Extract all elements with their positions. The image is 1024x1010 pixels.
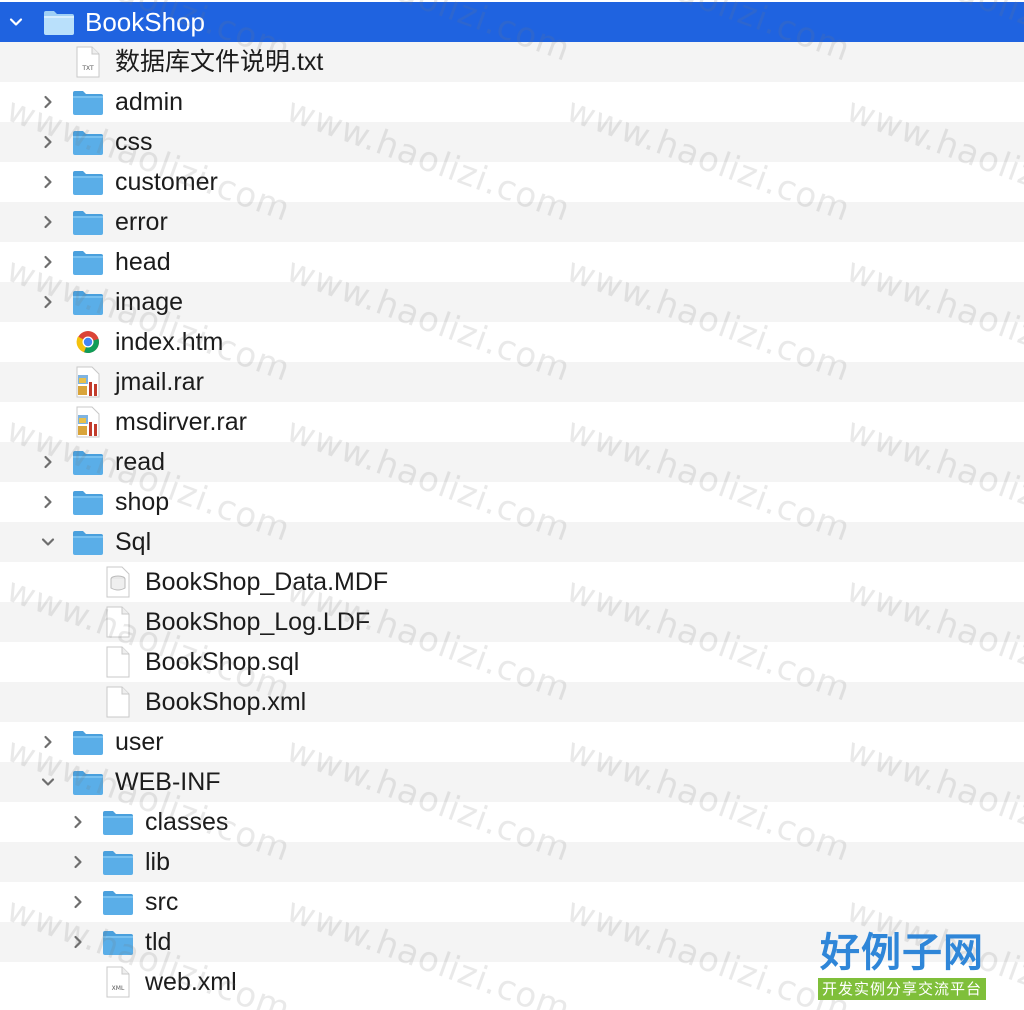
folder-icon <box>71 245 105 279</box>
chevron-right-icon[interactable] <box>38 242 58 282</box>
document-icon <box>101 685 135 719</box>
chevron-down-icon[interactable] <box>38 522 58 562</box>
tree-row-label: css <box>115 128 153 156</box>
chrome-icon <box>71 325 105 359</box>
chevron-right-icon[interactable] <box>38 202 58 242</box>
tree-row-label: BookShop <box>85 7 205 37</box>
archive-icon <box>71 365 105 399</box>
tree-row-bookshop-log-ldf[interactable]: BookShop_Log.LDF <box>0 602 1024 642</box>
tree-row-label: web.xml <box>145 968 237 996</box>
folder-icon <box>42 5 76 39</box>
tree-row-bookshop-xml[interactable]: BookShop.xml <box>0 682 1024 722</box>
folder-icon <box>71 85 105 119</box>
tree-row-label: BookShop.sql <box>145 648 300 676</box>
tree-row-label: error <box>115 208 168 236</box>
chevron-right-icon[interactable] <box>38 122 58 162</box>
tree-row-label: shop <box>115 488 170 516</box>
database-file-icon <box>101 565 135 599</box>
tree-row-label: Sql <box>115 528 152 556</box>
tree-row-web-inf[interactable]: WEB-INF <box>0 762 1024 802</box>
folder-icon <box>71 165 105 199</box>
tree-row-src[interactable]: src <box>0 882 1024 922</box>
tree-row-label: read <box>115 448 166 476</box>
document-icon <box>101 605 135 639</box>
tree-row-txt[interactable]: TXT 数据库文件说明.txt <box>0 42 1024 82</box>
folder-icon <box>71 525 105 559</box>
svg-text:TXT: TXT <box>81 65 94 72</box>
chevron-right-icon[interactable] <box>38 162 58 202</box>
tree-row-customer[interactable]: customer <box>0 162 1024 202</box>
folder-icon <box>71 485 105 519</box>
tree-row-label: classes <box>145 808 229 836</box>
tree-row-label: src <box>145 888 179 916</box>
tree-row-label: 数据库文件说明.txt <box>115 48 324 76</box>
chevron-right-icon[interactable] <box>68 922 88 962</box>
tree-row-label: WEB-INF <box>115 768 221 796</box>
folder-icon <box>101 845 135 879</box>
text-file-icon: TXT <box>71 45 105 79</box>
folder-icon <box>71 445 105 479</box>
logo-subtitle: 开发实例分享交流平台 <box>818 978 986 1000</box>
tree-row-jmail-rar[interactable]: jmail.rar <box>0 362 1024 402</box>
archive-icon <box>71 405 105 439</box>
tree-row-admin[interactable]: admin <box>0 82 1024 122</box>
document-icon <box>101 645 135 679</box>
tree-row-shop[interactable]: shop <box>0 482 1024 522</box>
tree-row-user[interactable]: user <box>0 722 1024 762</box>
tree-row-label: msdirver.rar <box>115 408 247 436</box>
tree-row-label: admin <box>115 88 184 116</box>
folder-icon <box>101 925 135 959</box>
folder-icon <box>71 125 105 159</box>
tree-row-label: BookShop_Log.LDF <box>145 608 371 636</box>
tree-row-classes[interactable]: classes <box>0 802 1024 842</box>
tree-row-lib[interactable]: lib <box>0 842 1024 882</box>
chevron-down-icon[interactable] <box>38 762 58 802</box>
tree-row-bookshop[interactable]: BookShop <box>0 2 1024 42</box>
tree-row-error[interactable]: error <box>0 202 1024 242</box>
tree-row-label: lib <box>145 848 171 876</box>
tree-row-label: index.htm <box>115 328 224 356</box>
chevron-down-icon[interactable] <box>6 2 26 42</box>
tree-row-label: user <box>115 728 164 756</box>
folder-icon <box>71 285 105 319</box>
tree-row-label: BookShop.xml <box>145 688 307 716</box>
logo-title: 好例子网 <box>820 929 984 976</box>
folder-icon <box>71 765 105 799</box>
chevron-right-icon[interactable] <box>38 482 58 522</box>
tree-row-image[interactable]: image <box>0 282 1024 322</box>
chevron-right-icon[interactable] <box>38 82 58 122</box>
tree-row-read[interactable]: read <box>0 442 1024 482</box>
file-tree: BookShop TXT 数据库文件说明.txt admin css customer er… <box>0 0 1024 1010</box>
tree-row-label: head <box>115 248 171 276</box>
tree-row-index-htm[interactable]: index.htm <box>0 322 1024 362</box>
tree-row-label: jmail.rar <box>115 368 204 396</box>
chevron-right-icon[interactable] <box>38 282 58 322</box>
chevron-right-icon[interactable] <box>68 882 88 922</box>
tree-row-head[interactable]: head <box>0 242 1024 282</box>
tree-row-label: BookShop_Data.MDF <box>145 568 389 596</box>
tree-row-label: image <box>115 288 184 316</box>
folder-icon <box>101 805 135 839</box>
chevron-right-icon[interactable] <box>68 802 88 842</box>
tree-row-label: customer <box>115 168 218 196</box>
folder-icon <box>71 205 105 239</box>
xml-file-icon: XML <box>101 965 135 999</box>
tree-row-msdirver-rar[interactable]: msdirver.rar <box>0 402 1024 442</box>
chevron-right-icon[interactable] <box>68 842 88 882</box>
tree-row-bookshop-data-mdf[interactable]: BookShop_Data.MDF <box>0 562 1024 602</box>
tree-row-sql[interactable]: Sql <box>0 522 1024 562</box>
chevron-right-icon[interactable] <box>38 722 58 762</box>
site-logo: 好例子网 开发实例分享交流平台 <box>816 930 988 1002</box>
tree-row-label: tld <box>145 928 172 956</box>
tree-row-css[interactable]: css <box>0 122 1024 162</box>
folder-icon <box>71 725 105 759</box>
chevron-right-icon[interactable] <box>38 442 58 482</box>
folder-icon <box>101 885 135 919</box>
tree-row-bookshop-sql[interactable]: BookShop.sql <box>0 642 1024 682</box>
svg-text:XML: XML <box>112 985 125 992</box>
